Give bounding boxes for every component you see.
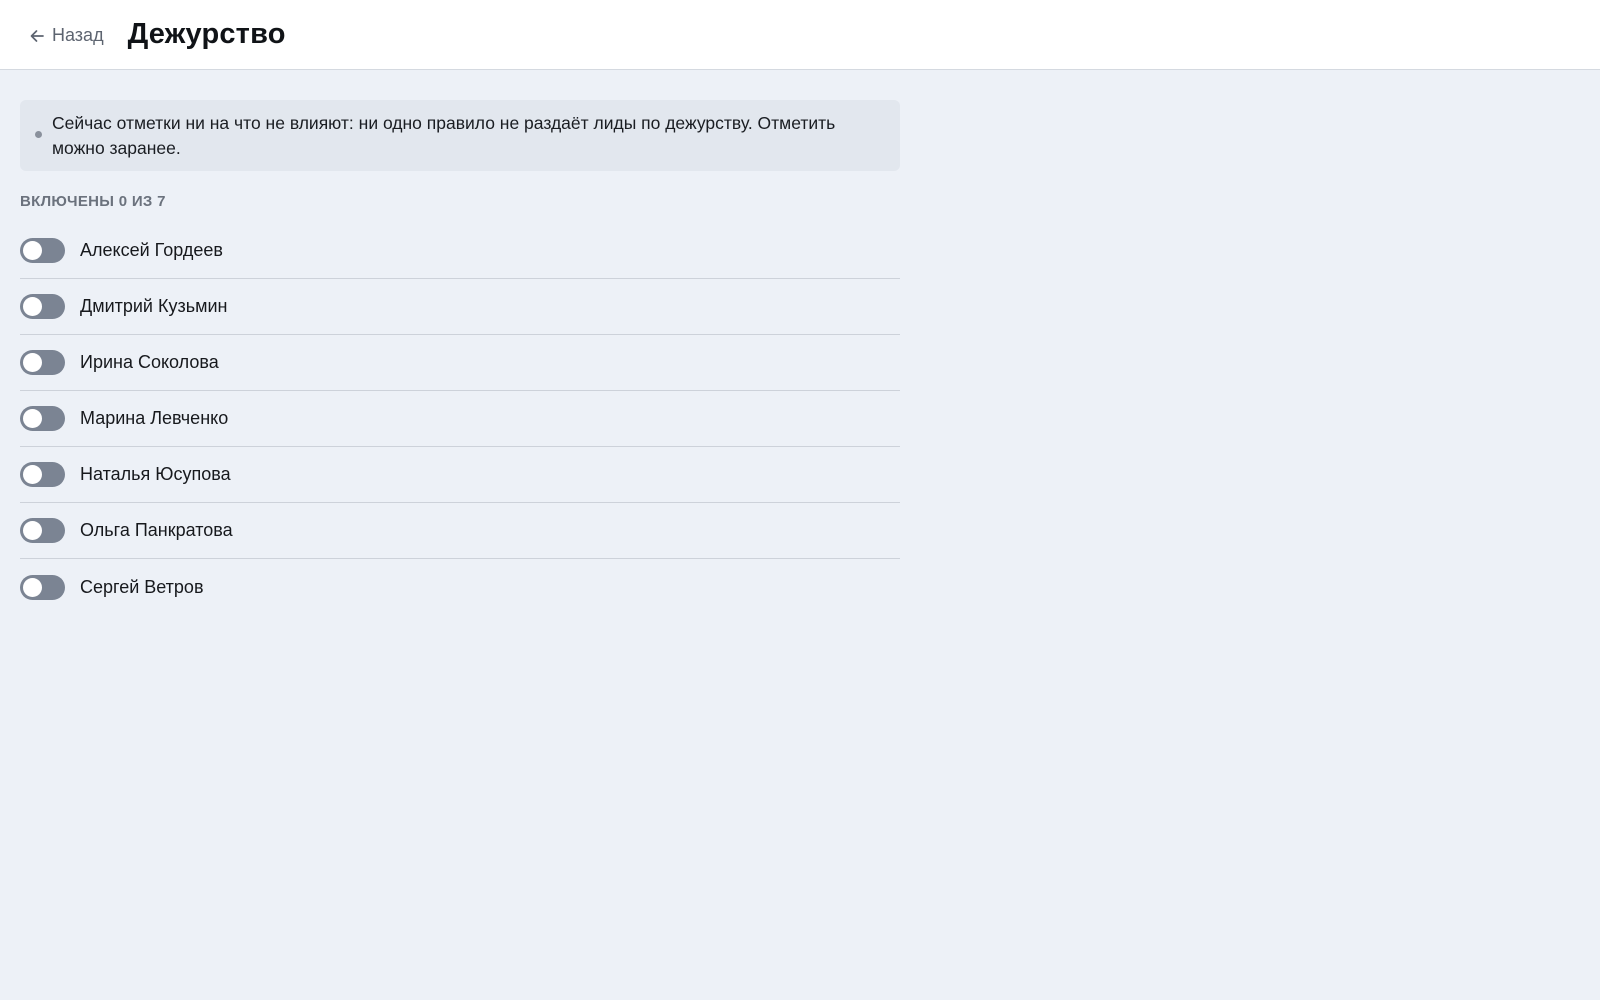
duty-toggle[interactable] (20, 238, 65, 263)
person-name: Марина Левченко (80, 408, 229, 428)
list-item: Наталья Юсупова (20, 447, 900, 503)
bullet-dot-icon (35, 131, 42, 138)
person-name: Наталья Юсупова (80, 464, 231, 484)
list-item: Дмитрий Кузьмин (20, 279, 900, 335)
list-item: Марина Левченко (20, 391, 900, 447)
duty-toggle[interactable] (20, 518, 65, 543)
enabled-counter: ВКЛЮЧЕНЫ 0 ИЗ 7 (20, 193, 166, 210)
toggle-knob (23, 297, 42, 316)
person-name: Сергей Ветров (80, 576, 204, 597)
notice-text: Сейчас отметки ни на что не влияют: ни о… (52, 113, 836, 158)
duty-list: Алексей Гордеев Дмитрий Кузьмин Ирина Со… (20, 223, 900, 615)
list-item: Сергей Ветров (20, 559, 900, 615)
info-notice: Сейчас отметки ни на что не влияют: ни о… (20, 100, 900, 171)
toggle-knob (23, 465, 42, 484)
toggle-knob (23, 241, 42, 260)
list-item: Алексей Гордеев (20, 223, 900, 279)
toggle-knob (23, 353, 42, 372)
list-item: Ирина Соколова (20, 335, 900, 391)
toggle-knob (23, 409, 42, 428)
list-item: Ольга Панкратова (20, 503, 900, 559)
person-name: Ольга Панкратова (80, 520, 233, 540)
person-name: Ирина Соколова (80, 352, 219, 372)
page-header: Назад Дежурство (0, 0, 1600, 70)
person-name: Дмитрий Кузьмин (80, 296, 228, 316)
duty-toggle[interactable] (20, 574, 65, 600)
toggle-knob (23, 577, 42, 597)
duty-toggle[interactable] (20, 462, 65, 487)
back-button[interactable]: Назад (28, 23, 104, 46)
duty-toggle[interactable] (20, 350, 65, 375)
toggle-knob (23, 521, 42, 540)
duty-toggle[interactable] (20, 294, 65, 319)
duty-toggle[interactable] (20, 406, 65, 431)
back-label: Назад (52, 25, 104, 45)
arrow-left-icon (28, 27, 46, 45)
page-title: Дежурство (127, 18, 286, 50)
main-content: Сейчас отметки ни на что не влияют: ни о… (0, 70, 920, 615)
person-name: Алексей Гордеев (80, 240, 223, 260)
